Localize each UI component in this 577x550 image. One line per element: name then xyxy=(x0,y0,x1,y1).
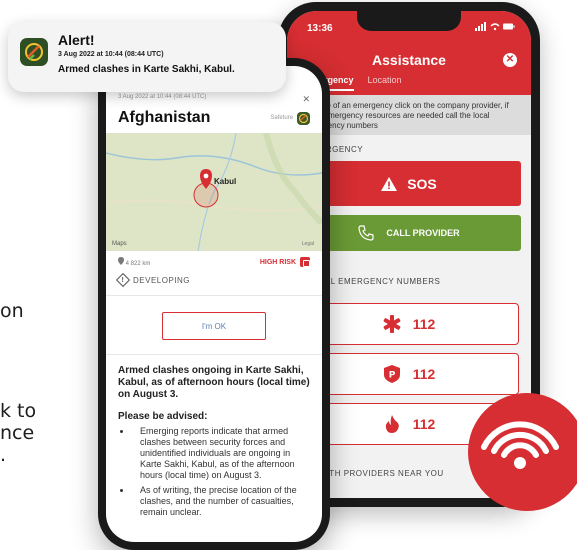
warning-icon xyxy=(381,176,398,191)
assistance-header: Assistance ✕ xyxy=(287,45,531,75)
brand: Safeture xyxy=(270,111,310,125)
status-time: 13:36 xyxy=(307,22,333,34)
medical-icon xyxy=(383,315,401,333)
risk-level: HIGH RISK xyxy=(259,258,296,266)
alert-title-row: Afghanistan Safeture xyxy=(118,109,310,127)
page-title: Assistance xyxy=(372,52,446,68)
risk-row: 4 822 km HIGH RISK xyxy=(118,257,310,267)
marketing-text-fragment-2: k to nce . xyxy=(0,400,50,466)
map-legal-link[interactable]: Legal xyxy=(302,241,314,247)
marketing-line: k to xyxy=(0,400,37,422)
alert-notification[interactable]: Alert! 3 Aug 2022 at 10:44 (08:44 UTC) A… xyxy=(8,22,286,92)
developing-icon: ! xyxy=(115,272,131,288)
distance-label: 4 822 km xyxy=(118,257,150,267)
maps-attribution: Maps xyxy=(112,241,127,247)
marketing-line: . xyxy=(0,444,7,466)
fire-icon xyxy=(383,415,401,433)
brand-name: Safeture xyxy=(270,115,293,121)
sos-button[interactable]: SOS xyxy=(297,161,521,206)
map-city-label: Kabul xyxy=(214,177,237,186)
emergency-number-value: 112 xyxy=(412,416,436,432)
tab-location[interactable]: Location xyxy=(368,75,402,85)
close-icon[interactable]: ✕ xyxy=(302,94,310,105)
alert-timestamp: 3 Aug 2022 at 10:44 (08:44 UTC) xyxy=(118,94,207,100)
marketing-line: nce xyxy=(0,422,35,444)
page-title: Afghanistan xyxy=(118,109,211,126)
signal-battery-icons xyxy=(475,21,515,35)
incident-map[interactable]: Kabul Maps Legal xyxy=(106,133,322,251)
close-icon[interactable]: ✕ xyxy=(503,53,517,67)
alert-meta: 3 Aug 2022 at 10:44 (08:44 UTC) ✕ xyxy=(118,94,310,105)
status-label: DEVELOPING xyxy=(133,275,191,285)
promo-stage: on k to nce . 13:36 Assistance ✕ Emergen… xyxy=(0,0,577,550)
broadcast-icon xyxy=(481,421,559,469)
im-ok-button[interactable]: I'm OK xyxy=(162,312,266,340)
notification-title: Alert! xyxy=(58,32,95,48)
police-icon: P xyxy=(383,365,401,383)
list-item: As of writing, the precise location of t… xyxy=(132,485,310,518)
notification-body: Alert! 3 Aug 2022 at 10:44 (08:44 UTC) A… xyxy=(58,32,235,92)
alert-detail-screen: 3 Aug 2022 at 10:44 (08:44 UTC) ✕ Afghan… xyxy=(106,66,322,542)
emergency-number-value: 112 xyxy=(412,366,436,382)
status-badge: ! DEVELOPING xyxy=(115,272,310,288)
alert-card: 3 Aug 2022 at 10:44 (08:44 UTC) ✕ Afghan… xyxy=(106,66,322,542)
risk-icon xyxy=(300,257,310,267)
alert-headline: Armed clashes ongoing in Karte Sakhi, Ka… xyxy=(118,365,310,400)
distance-value: 4 822 km xyxy=(125,261,151,267)
call-provider-label: CALL PROVIDER xyxy=(386,228,460,238)
emergency-number-value: 112 xyxy=(412,316,436,332)
phone-notch xyxy=(357,11,461,31)
risk-badge: HIGH RISK xyxy=(260,257,310,267)
marketing-text-fragment: on xyxy=(0,300,24,322)
svg-text:P: P xyxy=(388,371,395,381)
divider xyxy=(106,354,322,355)
maps-label: Maps xyxy=(112,241,127,247)
call-provider-button[interactable]: CALL PROVIDER xyxy=(297,215,521,251)
location-pin-icon xyxy=(118,257,124,265)
list-item: Emerging reports indicate that armed cla… xyxy=(132,426,310,481)
notification-timestamp: 3 Aug 2022 at 10:44 (08:44 UTC) xyxy=(58,51,164,58)
safeture-logo-icon xyxy=(297,111,310,125)
broadcast-badge xyxy=(468,393,577,511)
divider xyxy=(106,295,322,296)
sos-label: SOS xyxy=(407,175,437,192)
advisory-list: Emerging reports indicate that armed cla… xyxy=(118,426,310,518)
safeture-logo-icon xyxy=(20,38,48,66)
advised-heading: Please be advised: xyxy=(118,411,208,422)
notification-message: Armed clashes in Karte Sakhi, Kabul. xyxy=(58,64,235,75)
phone-icon xyxy=(358,225,374,241)
phone-alert-detail: 3 Aug 2022 at 10:44 (08:44 UTC) ✕ Afghan… xyxy=(98,58,330,550)
emergency-number-medical[interactable]: 112 xyxy=(299,303,519,345)
emergency-number-police[interactable]: P 112 xyxy=(299,353,519,395)
